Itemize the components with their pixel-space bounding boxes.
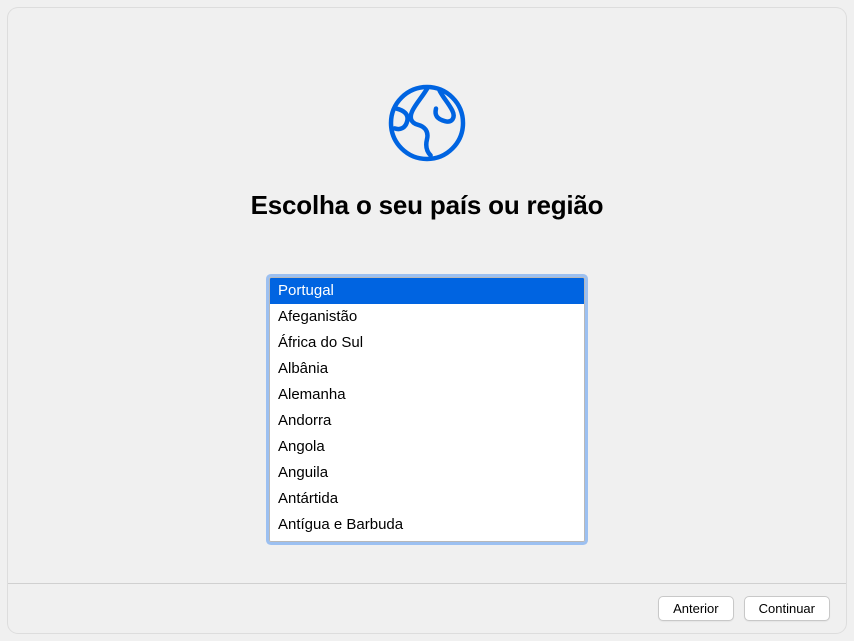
globe-icon <box>382 78 472 168</box>
setup-window: Escolha o seu país ou região PortugalAfe… <box>8 8 846 633</box>
footer-bar: Anterior Continuar <box>8 583 846 633</box>
country-item[interactable]: Arábia Saudita <box>270 538 584 542</box>
main-content: Escolha o seu país ou região PortugalAfe… <box>8 8 846 583</box>
country-item[interactable]: Antígua e Barbuda <box>270 512 584 538</box>
country-item[interactable]: Albânia <box>270 356 584 382</box>
country-item[interactable]: Portugal <box>270 278 584 304</box>
country-item[interactable]: Angola <box>270 434 584 460</box>
country-item[interactable]: Antártida <box>270 486 584 512</box>
country-item[interactable]: Andorra <box>270 408 584 434</box>
country-item[interactable]: África do Sul <box>270 330 584 356</box>
country-item[interactable]: Anguila <box>270 460 584 486</box>
country-item[interactable]: Alemanha <box>270 382 584 408</box>
country-list[interactable]: PortugalAfeganistãoÁfrica do SulAlbâniaA… <box>269 277 585 542</box>
page-title: Escolha o seu país ou região <box>251 190 604 221</box>
back-button[interactable]: Anterior <box>658 596 734 621</box>
country-item[interactable]: Afeganistão <box>270 304 584 330</box>
continue-button[interactable]: Continuar <box>744 596 830 621</box>
